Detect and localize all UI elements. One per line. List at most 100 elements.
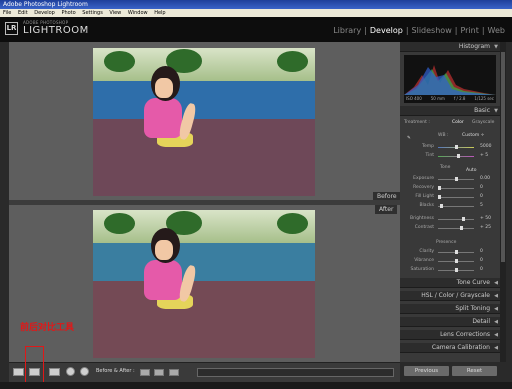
expand-icon: ◀ [494, 332, 498, 338]
focal-length: 50 mm [430, 96, 445, 101]
expand-icon: ◀ [494, 345, 498, 351]
clarity-label: Clarity [419, 249, 434, 254]
before-after-label: Before & After : [96, 368, 135, 374]
treatment-label: Treatment : [404, 120, 430, 125]
previous-button[interactable]: Previous [404, 366, 449, 376]
hsl-header[interactable]: HSL / Color / Grayscale ◀ [400, 291, 500, 301]
tint-label: Tint [425, 153, 434, 158]
module-print[interactable]: Print [460, 26, 478, 35]
blacks-slider[interactable] [438, 204, 474, 208]
reset-button[interactable]: Reset [452, 366, 497, 376]
module-web[interactable]: Web [488, 26, 505, 35]
recovery-slider[interactable] [438, 186, 474, 190]
menu-develop[interactable]: Develop [34, 10, 55, 16]
exposure-slider[interactable] [438, 177, 474, 181]
recovery-value[interactable]: 0 [480, 185, 483, 190]
wb-label: WB : [438, 133, 449, 138]
wb-select[interactable]: Custom ÷ [462, 133, 484, 138]
annotation-text: 前后对比工具 [20, 323, 75, 333]
window-title: Adobe Photoshop Lightroom [0, 0, 512, 9]
histogram-info: ISO 400 50 mm f / 2.8 1/125 sec [404, 96, 496, 101]
module-slideshow[interactable]: Slideshow [412, 26, 452, 35]
collapse-icon: ▼ [494, 108, 498, 114]
tone-curve-header[interactable]: Tone Curve ◀ [400, 278, 500, 288]
vibrance-label: Vibrance [414, 258, 434, 263]
clarity-value[interactable]: 0 [480, 249, 483, 254]
temp-slider[interactable] [438, 145, 474, 149]
expand-icon: ◀ [494, 280, 498, 286]
highlight-box [25, 346, 44, 385]
fill-light-value[interactable]: 0 [480, 194, 483, 199]
expand-icon: ◀ [494, 293, 498, 299]
module-separator: | [454, 26, 458, 35]
tone-label: Tone [440, 165, 451, 170]
lightroom-logo-icon: LR [5, 22, 18, 35]
menu-window[interactable]: Window [128, 10, 148, 16]
lens-corrections-header[interactable]: Lens Corrections ◀ [400, 330, 500, 340]
toolbar-spacer-field [197, 368, 394, 377]
blacks-value[interactable]: 5 [480, 203, 483, 208]
crop-icon[interactable] [49, 368, 60, 376]
wb-eyedropper-icon[interactable]: ✎ [407, 136, 411, 141]
temp-value[interactable]: 5000 [480, 144, 491, 149]
red-eye-icon[interactable] [80, 367, 89, 376]
treatment-grayscale-button[interactable]: Grayscale [472, 120, 494, 125]
copy-before-to-after-button[interactable] [140, 369, 150, 376]
expand-icon: ◀ [494, 306, 498, 312]
logo-title: LIGHTROOM [23, 25, 89, 36]
iso-value: ISO 400 [406, 96, 422, 101]
after-label: After [375, 205, 398, 214]
exposure-value[interactable]: 0.00 [480, 176, 490, 181]
menu-settings[interactable]: Settings [82, 10, 103, 16]
brightness-slider[interactable] [438, 217, 474, 221]
vibrance-slider[interactable] [438, 259, 474, 263]
module-separator: | [481, 26, 485, 35]
menu-file[interactable]: File [3, 10, 11, 16]
temp-label: Temp [422, 144, 434, 149]
basic-header[interactable]: Basic ▼ [400, 106, 500, 116]
tint-value[interactable]: + 5 [480, 153, 488, 158]
menu-edit[interactable]: Edit [18, 10, 28, 16]
saturation-value[interactable]: 0 [480, 267, 483, 272]
app-header: LR ADOBE PHOTOSHOP LIGHTROOM 1.3 Library… [0, 17, 512, 42]
contrast-label: Contrast [414, 225, 434, 230]
menu-view[interactable]: View [109, 10, 121, 16]
blacks-label: Blacks [419, 203, 434, 208]
menu-bar: File Edit Develop Photo Settings View Wi… [0, 9, 512, 17]
spot-removal-icon[interactable] [66, 367, 75, 376]
histogram-header[interactable]: Histogram ▼ [400, 42, 500, 52]
module-picker: Library | Develop | Slideshow | Print | Web [333, 26, 505, 35]
panel-scrollbar[interactable] [500, 42, 506, 362]
module-separator: | [364, 26, 367, 35]
camera-calibration-header[interactable]: Camera Calibration ◀ [400, 343, 500, 353]
tint-slider[interactable] [438, 154, 474, 158]
shutter-speed: 1/125 sec [474, 96, 494, 101]
module-separator: | [405, 26, 409, 35]
toolbar: Before & After : [9, 362, 400, 382]
contrast-value[interactable]: + 25 [480, 225, 491, 230]
module-develop[interactable]: Develop [370, 26, 403, 35]
clarity-slider[interactable] [438, 250, 474, 254]
copy-after-to-before-button[interactable] [154, 369, 164, 376]
detail-header[interactable]: Detail ◀ [400, 317, 500, 327]
menu-help[interactable]: Help [154, 10, 165, 16]
split-toning-header[interactable]: Split Toning ◀ [400, 304, 500, 314]
exposure-label: Exposure [413, 176, 434, 181]
tone-auto-button[interactable]: Auto [466, 168, 476, 173]
saturation-slider[interactable] [438, 268, 474, 272]
swap-before-after-button[interactable] [169, 369, 179, 376]
presence-label: Presence [436, 240, 457, 245]
contrast-slider[interactable] [438, 226, 474, 230]
collapse-icon: ▼ [494, 44, 498, 50]
loupe-view-button[interactable] [13, 368, 24, 376]
vibrance-value[interactable]: 0 [480, 258, 483, 263]
after-photo [93, 210, 315, 358]
brightness-label: Brightness [410, 216, 434, 221]
recovery-label: Recovery [413, 185, 434, 190]
treatment-color-button[interactable]: Color [452, 120, 464, 125]
module-library[interactable]: Library [333, 26, 361, 35]
fill-light-slider[interactable] [438, 195, 474, 199]
menu-photo[interactable]: Photo [61, 10, 75, 16]
expand-icon: ◀ [494, 319, 498, 325]
brightness-value[interactable]: + 50 [480, 216, 491, 221]
